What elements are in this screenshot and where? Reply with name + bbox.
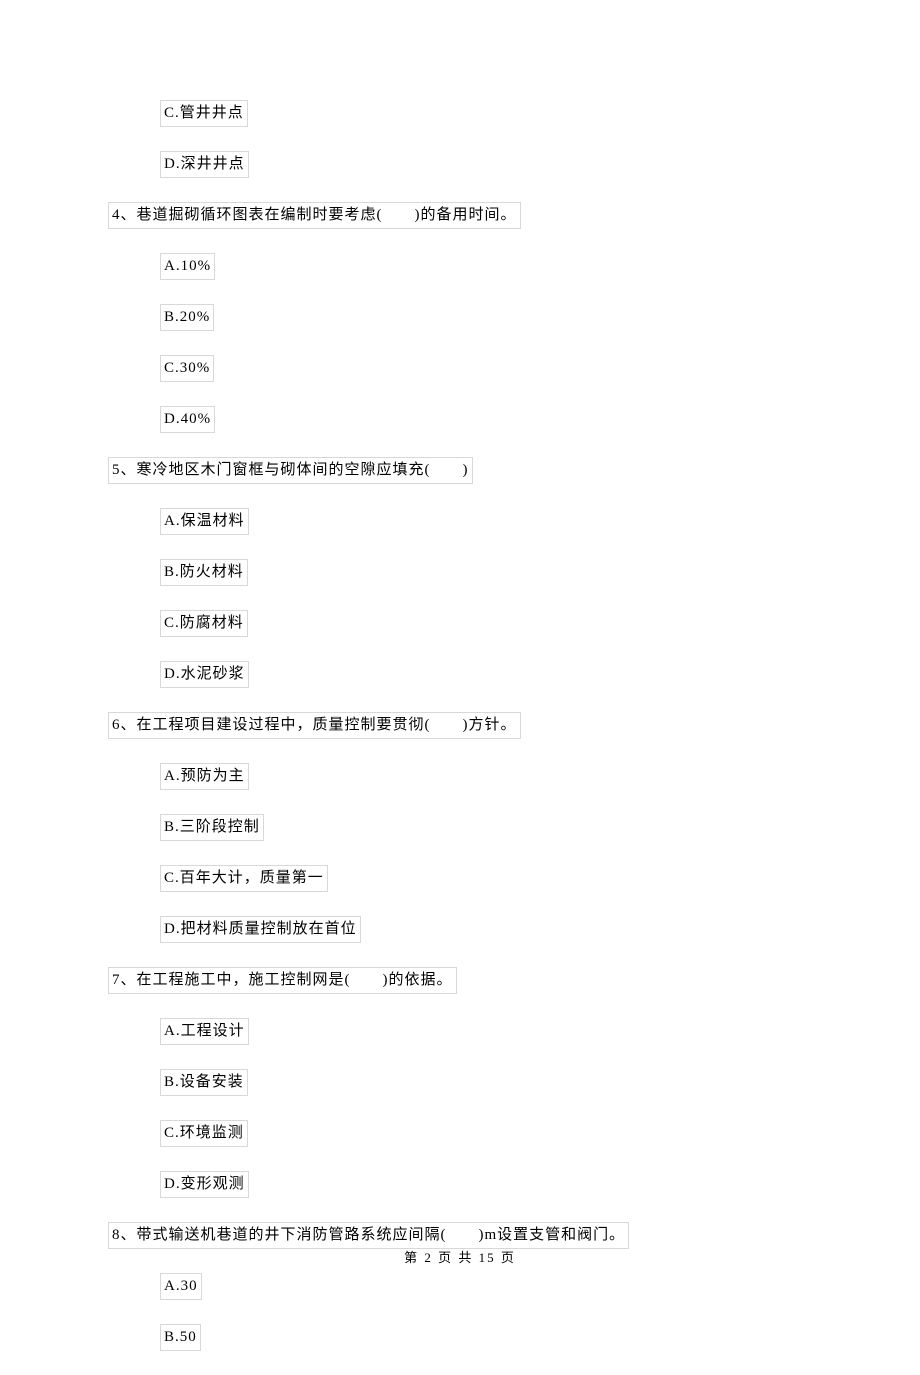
question-text: 7、在工程施工中，施工控制网是( )的依据。 [108,967,457,994]
option-text: B.20% [160,304,214,331]
option-text: B.三阶段控制 [160,814,264,841]
page-footer: 第 2 页 共 15 页 [0,1247,920,1266]
document-content: C.管井井点 D.深井井点 4、巷道掘砌循环图表在编制时要考虑( )的备用时间。… [0,100,920,1375]
option-text: B.防火材料 [160,559,248,586]
option-text: D.40% [160,406,215,433]
option-text: D.把材料质量控制放在首位 [160,916,361,943]
question-text: 8、带式输送机巷道的井下消防管路系统应间隔( )m设置支管和阀门。 [108,1222,629,1249]
option-text: B.设备安装 [160,1069,248,1096]
option-text: C.防腐材料 [160,610,248,637]
option-text: D.变形观测 [160,1171,249,1198]
question-text: 6、在工程项目建设过程中，质量控制要贯彻( )方针。 [108,712,521,739]
option-text: C.30% [160,355,214,382]
option-text: A.30 [160,1273,202,1300]
option-text: D.深井井点 [160,151,249,178]
option-text: C.百年大计，质量第一 [160,865,328,892]
option-text: B.50 [160,1324,201,1351]
option-text: A.10% [160,253,215,280]
option-text: A.工程设计 [160,1018,249,1045]
option-text: C.环境监测 [160,1120,248,1147]
option-text: C.管井井点 [160,100,248,127]
option-text: D.水泥砂浆 [160,661,249,688]
option-text: A.保温材料 [160,508,249,535]
option-text: A.预防为主 [160,763,249,790]
question-text: 4、巷道掘砌循环图表在编制时要考虑( )的备用时间。 [108,202,521,229]
question-text: 5、寒冷地区木门窗框与砌体间的空隙应填充( ) [108,457,473,484]
